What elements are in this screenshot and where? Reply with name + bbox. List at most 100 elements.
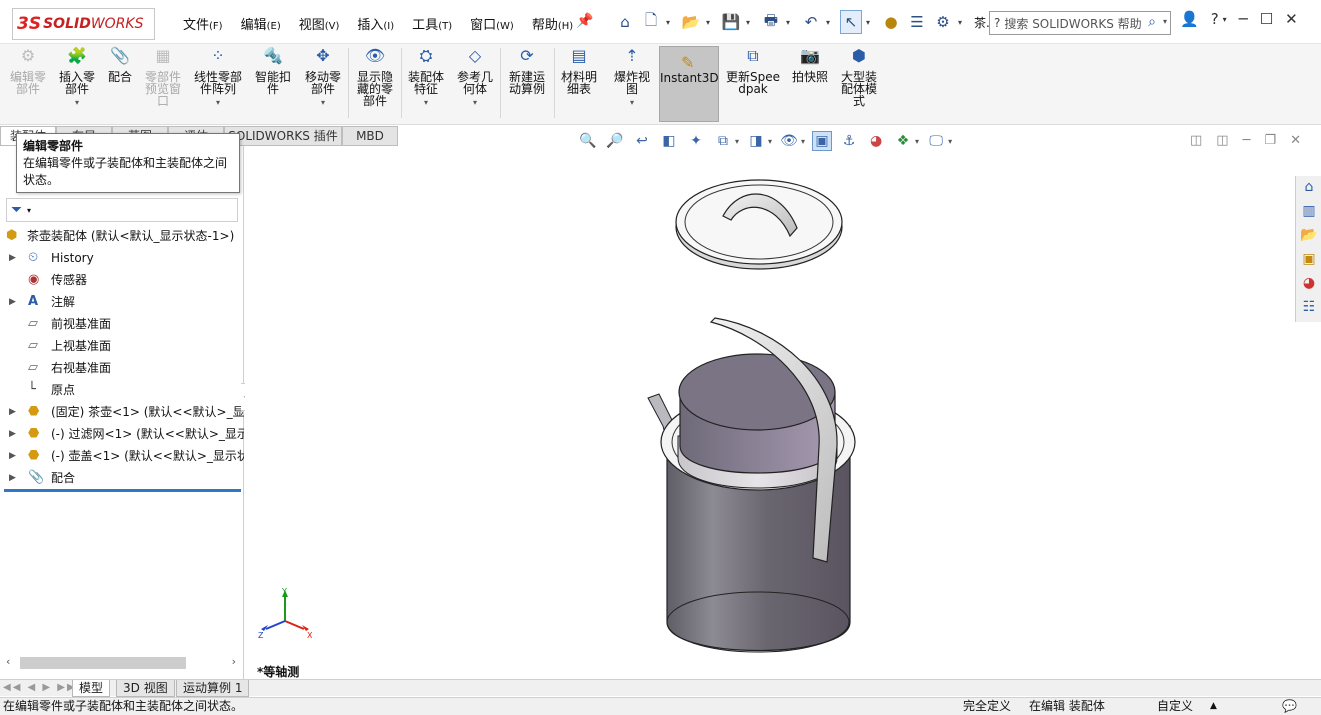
units-dropdown-icon[interactable]: ▲	[1210, 698, 1217, 715]
expand-arrow-icon[interactable]: ▶	[9, 467, 16, 489]
save-dropdown-icon[interactable]: ▾	[746, 18, 756, 27]
tab-model[interactable]: 模型	[72, 680, 111, 697]
help-dropdown-icon[interactable]: ▾	[1223, 15, 1227, 24]
feature-filter[interactable]: ⏷ ▾	[6, 198, 238, 222]
close-icon[interactable]: ✕	[1285, 10, 1298, 28]
view-triad[interactable]: Y X Z	[252, 585, 312, 645]
tree-item-annotations[interactable]: ▶ A 注解	[0, 291, 244, 313]
doc-minimize-icon[interactable]: ─	[1243, 133, 1251, 148]
new-document-icon[interactable]: 🗋	[640, 10, 662, 34]
expand-arrow-icon[interactable]: ▶	[9, 423, 16, 445]
exploded-view-dropdown-icon[interactable]: ▾	[610, 97, 654, 109]
help-icon[interactable]: ?	[1211, 10, 1219, 28]
view-orientation-dropdown-icon[interactable]: ▾	[735, 137, 739, 146]
previous-pane-icon[interactable]: ◫	[1190, 133, 1202, 148]
scene-dropdown-icon[interactable]: ▾	[915, 137, 919, 146]
teapot-model-view[interactable]	[245, 146, 1295, 679]
menu-help[interactable]: 帮助(H)	[532, 14, 573, 33]
smart-fasteners-button[interactable]: 🔩 智能扣件	[252, 48, 294, 96]
search-dropdown-icon[interactable]: ▾	[1163, 17, 1167, 26]
file-properties-icon[interactable]: ☰	[906, 10, 928, 34]
user-account-icon[interactable]: 👤	[1180, 10, 1199, 28]
scroll-left-icon[interactable]: ‹	[6, 655, 10, 668]
menu-edit[interactable]: 编辑(E)	[241, 14, 281, 33]
mate-button[interactable]: 📎 配合	[106, 48, 134, 84]
filter-funnel-icon[interactable]: ⏷	[11, 202, 22, 218]
custom-properties-icon[interactable]: ☷	[1299, 299, 1319, 319]
pin-menu-icon[interactable]: 📌	[576, 13, 593, 29]
rebuild-traffic-light-icon[interactable]: ●	[880, 10, 902, 34]
expand-arrow-icon[interactable]: ▶	[9, 247, 16, 269]
exploded-view-button[interactable]: ⇡ 爆炸视图 ▾	[610, 48, 654, 109]
tree-item-teapot[interactable]: ▶ ⬣ (固定) 茶壶<1> (默认<<默认>_显示状态 1>)	[0, 401, 244, 423]
tree-item-sensors[interactable]: ◉ 传感器	[0, 269, 244, 291]
options-dropdown-icon[interactable]: ▾	[958, 18, 968, 27]
show-hidden-components-button[interactable]: 👁 显示隐藏的零部件	[353, 48, 397, 108]
expand-arrow-icon[interactable]: ▶	[9, 291, 16, 313]
undo-dropdown-icon[interactable]: ▾	[826, 18, 836, 27]
bill-of-materials-button[interactable]: ▤ 材料明细表	[558, 48, 600, 96]
save-icon[interactable]: 💾	[720, 10, 742, 34]
tab-scroll-arrows-icon[interactable]: ◀◀ ◀ ▶ ▶▶	[3, 682, 77, 693]
solidworks-resources-home-icon[interactable]: ⌂	[1299, 179, 1319, 199]
menu-view[interactable]: 视图(V)	[299, 14, 340, 33]
tab-solidworks-addins[interactable]: SOLIDWORKS 插件	[224, 126, 342, 146]
tooltips-toggle-icon[interactable]: 💬	[1282, 698, 1297, 715]
move-component-button[interactable]: ✥ 移动零部件 ▾	[301, 48, 345, 109]
edit-appearance-icon[interactable]: ◕	[866, 131, 886, 151]
scroll-right-icon[interactable]: ›	[232, 655, 236, 668]
minimize-icon[interactable]: ─	[1239, 10, 1248, 28]
doc-restore-icon[interactable]: ❐	[1264, 133, 1276, 148]
tree-item-mates[interactable]: ▶ 📎 配合	[0, 467, 244, 489]
hide-show-items-icon[interactable]: 👁	[779, 131, 799, 151]
reference-geometry-button[interactable]: ◇ 参考几何体 ▾	[454, 48, 496, 109]
maximize-icon[interactable]: ☐	[1260, 10, 1273, 28]
search-icon[interactable]: ⌕	[1148, 14, 1156, 30]
shaded-with-edges-icon[interactable]: ▣	[812, 131, 833, 151]
tree-item-origin[interactable]: └ 原点	[0, 379, 244, 401]
scroll-thumb[interactable]	[20, 657, 186, 669]
search-help-input[interactable]: ? 搜索 SOLIDWORKS 帮助 ⌕ ▾	[989, 11, 1171, 35]
menu-insert[interactable]: 插入(I)	[357, 14, 394, 33]
view-settings-dropdown-icon[interactable]: ▾	[948, 137, 952, 146]
menu-tools[interactable]: 工具(T)	[412, 14, 452, 33]
tab-mbd[interactable]: MBD	[342, 126, 398, 146]
tree-item-history[interactable]: ▶ ⏲ History	[0, 247, 244, 269]
tree-horizontal-scrollbar[interactable]: ‹ ›	[6, 655, 238, 671]
tree-root-assembly[interactable]: ⬢ 茶壶装配体 (默认<默认_显示状态-1>)	[0, 225, 244, 247]
tab-3d-views[interactable]: 3D 视图	[116, 680, 175, 697]
insert-component-button[interactable]: 🧩 插入零部件 ▾	[56, 48, 98, 109]
view-palette-icon[interactable]: ▣	[1299, 251, 1319, 271]
hide-show-dropdown-icon[interactable]: ▾	[801, 137, 805, 146]
options-gear-icon[interactable]: ⚙	[932, 10, 954, 34]
tree-item-filter[interactable]: ▶ ⬣ (-) 过滤网<1> (默认<<默认>_显示状态 1>)	[0, 423, 244, 445]
edit-component-button[interactable]: ⚙ 编辑零部件	[8, 48, 48, 96]
scene-icon[interactable]: ❖	[893, 131, 913, 151]
open-icon[interactable]: 📂	[680, 10, 702, 34]
view-settings-monitor-icon[interactable]: 🖵	[926, 131, 946, 151]
select-dropdown-icon[interactable]: ▾	[866, 18, 876, 27]
linear-pattern-dropdown-icon[interactable]: ▾	[191, 97, 245, 109]
expand-arrow-icon[interactable]: ▶	[9, 445, 16, 467]
tree-item-front-plane[interactable]: ▱ 前视基准面	[0, 313, 244, 335]
dynamic-annotation-icon[interactable]: ✦	[686, 131, 706, 151]
tree-item-top-plane[interactable]: ▱ 上视基准面	[0, 335, 244, 357]
move-component-dropdown-icon[interactable]: ▾	[301, 97, 345, 109]
print-dropdown-icon[interactable]: ▾	[786, 18, 796, 27]
menu-file[interactable]: 文件(F)	[183, 14, 223, 33]
doc-close-icon[interactable]: ✕	[1290, 133, 1301, 148]
view-orientation-icon[interactable]: ⧉	[713, 131, 733, 151]
assembly-features-dropdown-icon[interactable]: ▾	[405, 97, 447, 109]
filter-dropdown-icon[interactable]: ▾	[27, 206, 31, 215]
status-units[interactable]: 自定义	[1157, 698, 1193, 715]
graphics-area[interactable]: Y X Z *等轴测	[245, 146, 1295, 679]
instant3d-button[interactable]: ✎ Instant3D	[659, 46, 719, 122]
zoom-to-area-icon[interactable]: 🔎	[605, 131, 625, 151]
new-dropdown-icon[interactable]: ▾	[666, 18, 676, 27]
display-style-dropdown-icon[interactable]: ▾	[768, 137, 772, 146]
insert-component-dropdown-icon[interactable]: ▾	[56, 97, 98, 109]
reference-geometry-dropdown-icon[interactable]: ▾	[454, 97, 496, 109]
update-speedpak-button[interactable]: ⧉ 更新Speedpak	[725, 48, 781, 96]
new-motion-study-button[interactable]: ⟳ 新建运动算例	[504, 48, 550, 96]
lid-part[interactable]	[675, 179, 843, 270]
